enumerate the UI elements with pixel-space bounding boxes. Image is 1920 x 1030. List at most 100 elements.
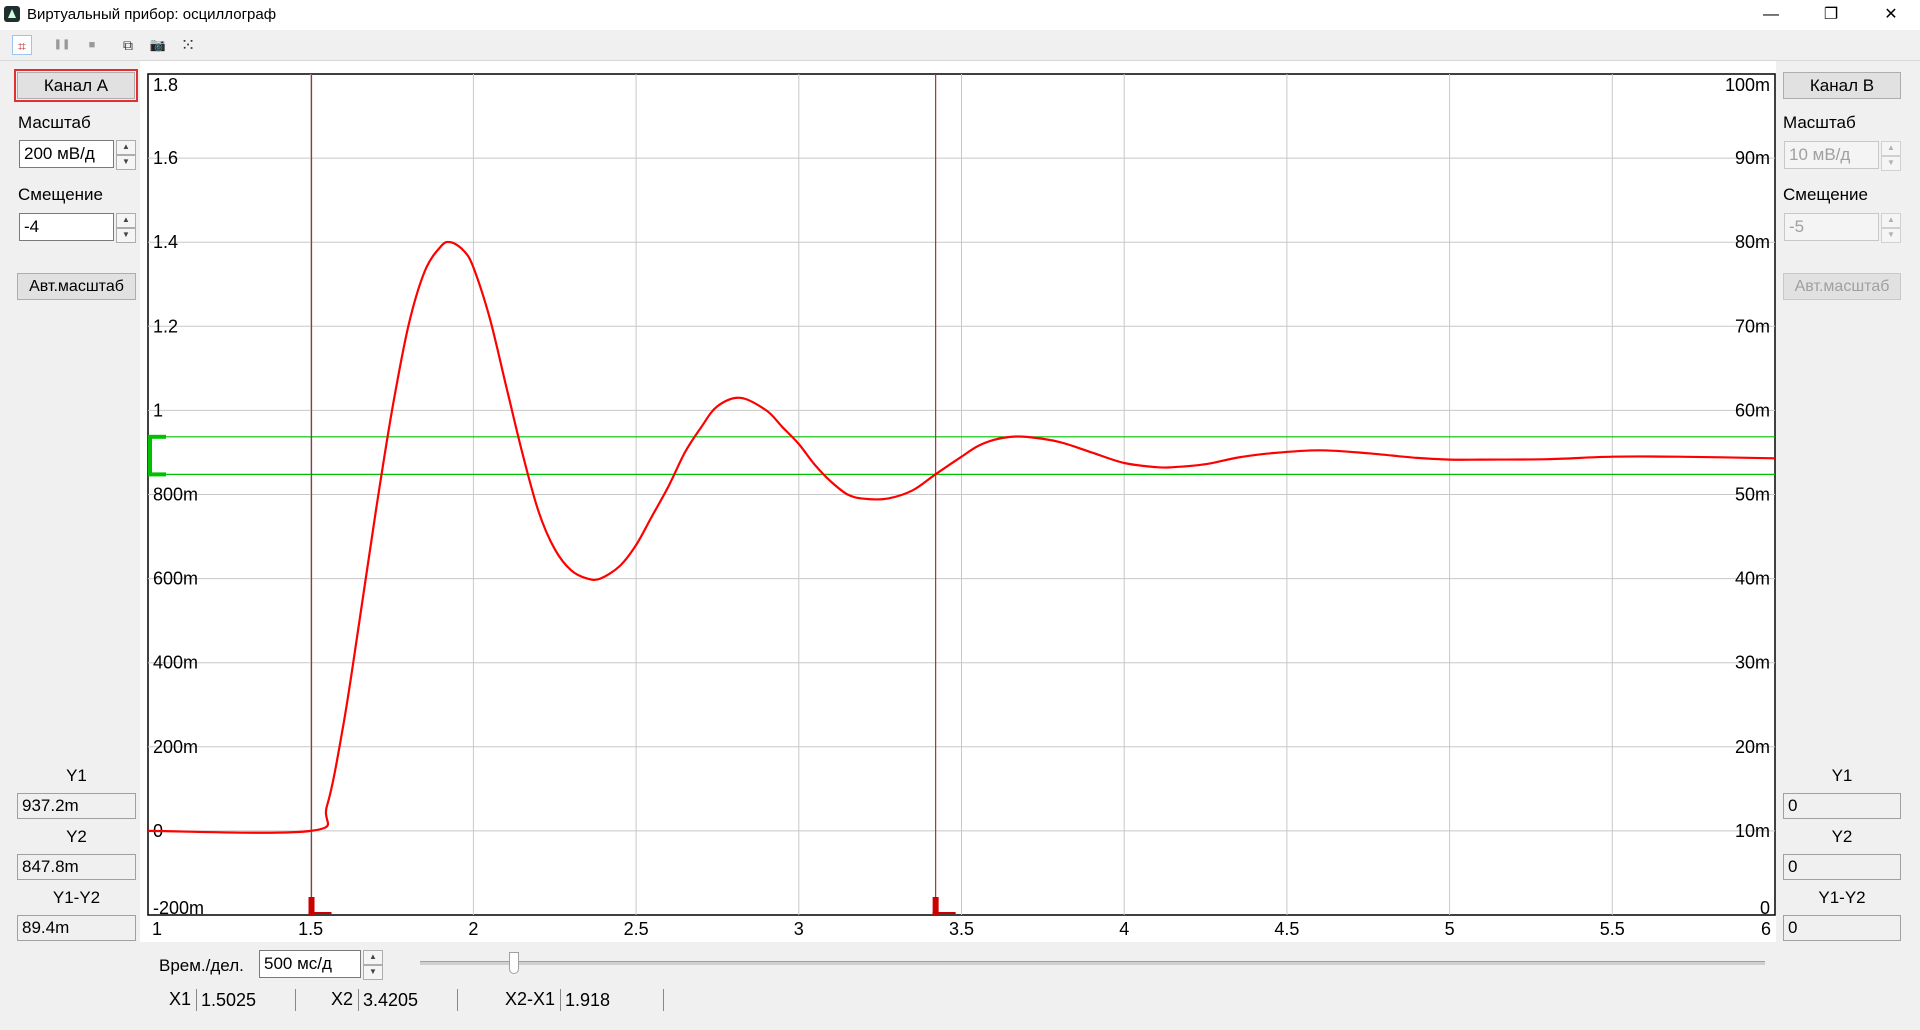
y-right-tick-label: 10m — [1735, 821, 1770, 841]
plot-grid — [148, 74, 1775, 915]
spin-down-icon[interactable]: ▼ — [116, 155, 136, 170]
y-right-tick-label: 0 — [1760, 898, 1770, 918]
restore-button[interactable]: ❐ — [1808, 0, 1854, 30]
y-left-tick-label: -200m — [153, 898, 204, 918]
channel-a-y1-label: Y1 — [66, 766, 87, 785]
channel-b-offset-label: Смещение — [1783, 185, 1869, 204]
channel-a-panel — [0, 61, 140, 1030]
channel-b-y1-value: 0 — [1783, 793, 1901, 819]
spin-down-icon[interactable]: ▼ — [116, 228, 136, 243]
x-tick-label: 5.5 — [1600, 919, 1625, 939]
channel-b-scale-field: 10 мВ/д — [1784, 141, 1879, 169]
bottom-controls — [140, 942, 1780, 1030]
x-tick-label: 3.5 — [949, 919, 974, 939]
x2-label: X2 — [331, 989, 354, 1009]
copy-icon[interactable]: ⧉ — [118, 35, 138, 55]
oscilloscope-plot[interactable]: 1 1.5 2 2.5 3 3.5 4 4.5 5 5.5 6 1.8 100m 1.6 90m 1.4 80m… — [0, 0, 1920, 1030]
minimize-button[interactable]: — — [1748, 0, 1794, 30]
channel-a-dy-label: Y1-Y2 — [52, 888, 101, 907]
x2-value: 3.4205 — [358, 989, 458, 1011]
spin-up-icon: ▲ — [1881, 141, 1901, 156]
y-left-tick-label: 1 — [153, 400, 163, 420]
spin-up-icon: ▲ — [1881, 213, 1901, 228]
cursor-x2-handle — [932, 897, 939, 915]
y-right-tick-label: 30m — [1735, 653, 1770, 673]
channel-b-button[interactable]: Канал B — [1783, 72, 1901, 99]
cursor-y1-handle — [148, 434, 166, 439]
channel-a-trace — [147, 240, 1776, 834]
channel-b-y2-label: Y2 — [1831, 827, 1853, 846]
spin-down-icon[interactable]: ▼ — [363, 965, 383, 980]
timebase-slider-thumb[interactable] — [509, 952, 520, 974]
y-left-tick-label: 1.4 — [153, 232, 178, 252]
camera-icon[interactable]: 📷 — [148, 35, 168, 55]
timebase-field[interactable]: 500 мс/д — [259, 950, 361, 978]
x-tick-label: 6 — [1761, 919, 1771, 939]
dx-label: X2-X1 — [505, 989, 556, 1009]
x1-label: X1 — [169, 989, 192, 1009]
channel-b-dy-label: Y1-Y2 — [1818, 888, 1866, 907]
channel-a-offset-field[interactable]: -4 — [19, 213, 114, 241]
cursor-y2-handle — [148, 472, 166, 477]
window-title: Виртуальный прибор: осциллограф — [27, 6, 277, 23]
y-left-tick-label: 1.2 — [153, 316, 178, 336]
spinner-arrows[interactable]: ▲ ▼ — [363, 950, 383, 980]
spinner-arrows[interactable]: ▲ ▼ — [116, 140, 136, 170]
x-tick-label: 5 — [1445, 919, 1455, 939]
channel-b-dy-value: 0 — [1783, 915, 1901, 941]
spinner-arrows: ▲ ▼ — [1881, 213, 1901, 243]
channel-a-scale-spinner[interactable]: 200 мВ/д ▲ ▼ — [19, 140, 136, 170]
channel-a-button[interactable]: Канал A — [14, 69, 138, 102]
channel-b-y2-value: 0 — [1783, 854, 1901, 880]
channel-b-offset-field: -5 — [1784, 213, 1879, 241]
y-right-tick-label: 70m — [1735, 316, 1770, 336]
channel-a-offset-spinner[interactable]: -4 ▲ ▼ — [19, 213, 136, 243]
channel-a-y2-label: Y2 — [66, 827, 87, 846]
cursor-x1-handle — [308, 897, 315, 915]
x-tick-label: 2.5 — [624, 919, 649, 939]
channel-a-y2-value: 847.8m — [17, 854, 136, 880]
y-right-tick-label: 60m — [1735, 400, 1770, 420]
spin-up-icon[interactable]: ▲ — [116, 140, 136, 155]
title-bar: Виртуальный прибор: осциллограф — ❐ ✕ — [0, 0, 1920, 30]
x-tick-label: 4.5 — [1274, 919, 1299, 939]
channel-a-autoscale-button[interactable]: Авт.масштаб — [17, 273, 136, 300]
timebase-spinner[interactable]: 500 мс/д ▲ ▼ — [259, 950, 383, 980]
y-left-tick-label: 1.8 — [153, 75, 178, 95]
y-left-tick-label: 400m — [153, 653, 198, 673]
x-tick-label: 2 — [468, 919, 478, 939]
channel-a-scale-field[interactable]: 200 мВ/д — [19, 140, 114, 168]
y-left-tick-label: 200m — [153, 737, 198, 757]
pause-icon[interactable]: ❚❚ — [52, 35, 72, 55]
app-icon — [4, 6, 20, 22]
close-button[interactable]: ✕ — [1868, 0, 1914, 30]
plot-marks: 1 1.5 2 2.5 3 3.5 4 4.5 5 5.5 6 1.8 100m 1.6 90m 1.4 80m… — [147, 74, 1776, 939]
y-right-tick-label: 40m — [1735, 569, 1770, 589]
x-tick-label: 1.5 — [298, 919, 323, 939]
channel-a-dy-value: 89.4m — [17, 915, 136, 941]
channel-b-scale-spinner: 10 мВ/д ▲ ▼ — [1784, 141, 1901, 171]
channel-b-scale-label: Масштаб — [1783, 113, 1856, 132]
y-right-tick-label: 100m — [1725, 75, 1770, 95]
cursor-y-bracket — [148, 436, 152, 475]
plot-area — [147, 73, 1776, 916]
channel-b-offset-spinner: -5 ▲ ▼ — [1784, 213, 1901, 243]
y-right-tick-label: 80m — [1735, 232, 1770, 252]
x-tick-label: 1 — [152, 919, 162, 939]
cursor-icon[interactable]: ⌗ — [12, 35, 32, 55]
spin-up-icon[interactable]: ▲ — [363, 950, 383, 965]
y-right-tick-label: 50m — [1735, 485, 1770, 505]
timebase-slider-track[interactable] — [420, 961, 1765, 965]
spinner-arrows[interactable]: ▲ ▼ — [116, 213, 136, 243]
y-right-tick-label: 20m — [1735, 737, 1770, 757]
y-left-tick-label: 0 — [153, 821, 163, 841]
spin-down-icon: ▼ — [1881, 156, 1901, 171]
spin-up-icon[interactable]: ▲ — [116, 213, 136, 228]
stop-icon[interactable]: ■ — [82, 35, 102, 55]
channel-a-scale-label: Масштаб — [18, 113, 91, 132]
y-left-tick-label: 800m — [153, 485, 198, 505]
dx-value: 1.918 — [560, 989, 664, 1011]
timebase-label: Врем./дел. — [159, 956, 244, 975]
channel-b-y1-label: Y1 — [1831, 766, 1853, 785]
grid-dots-icon[interactable]: ⁙ — [178, 35, 198, 55]
